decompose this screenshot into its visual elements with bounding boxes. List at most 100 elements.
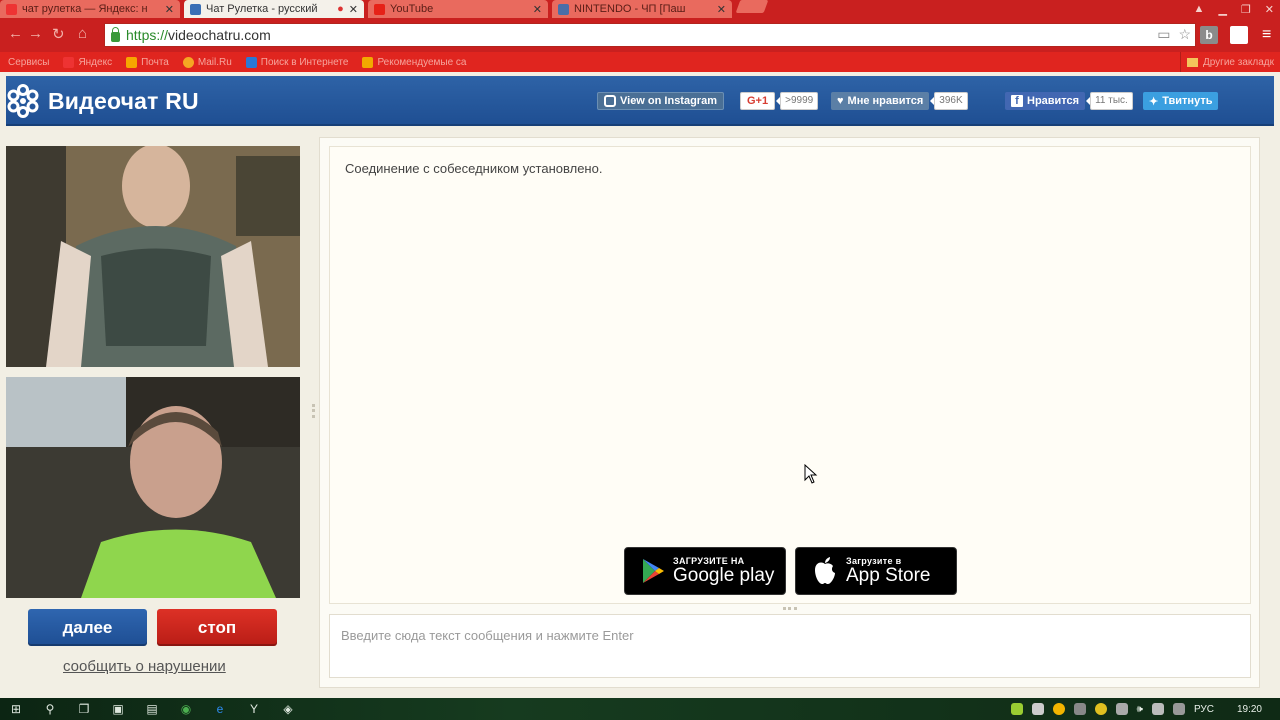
- google-play-button[interactable]: ЗАГРУЗИТЕ НА Google play: [624, 547, 786, 595]
- yandex-icon: [63, 56, 75, 68]
- apple-icon: [815, 557, 835, 584]
- facebook-widget: f Нравится 11 тыс.: [1005, 91, 1133, 111]
- recording-icon: ●: [337, 3, 344, 15]
- instagram-button[interactable]: View on Instagram: [597, 92, 724, 110]
- app-store-big-text: App Store: [846, 565, 931, 586]
- tab-bar: чат рулетка — Яндекс: н ✕ Чат Рулетка - …: [0, 0, 1280, 18]
- stop-button[interactable]: стоп: [157, 609, 277, 646]
- gplus-button[interactable]: G+1: [740, 92, 776, 110]
- other-bookmarks[interactable]: Другие закладк: [1179, 52, 1280, 72]
- at-icon: [182, 56, 194, 68]
- site-header: Видеочат RU View on Instagram G+1 >9999 …: [6, 76, 1274, 126]
- bookmark-yandex[interactable]: Яндекс: [63, 56, 112, 68]
- local-video-frame: [6, 377, 300, 598]
- tray-settings-icon[interactable]: [1115, 703, 1128, 715]
- pause-icon: [558, 3, 569, 15]
- report-violation-link[interactable]: сообщить о нарушении: [63, 658, 226, 675]
- extension-b-icon[interactable]: b: [1200, 26, 1218, 44]
- horizontal-resize-handle[interactable]: [783, 607, 797, 610]
- new-tab-button[interactable]: [735, 0, 769, 13]
- maximize-icon[interactable]: ❐: [1241, 3, 1251, 16]
- tab-title: Чат Рулетка - русский: [206, 3, 318, 15]
- forward-icon[interactable]: →: [28, 25, 43, 42]
- mouse-cursor-icon: [804, 464, 818, 484]
- search-icon: [245, 56, 257, 68]
- battery-icon[interactable]: [1172, 703, 1185, 715]
- edge-icon[interactable]: e: [210, 701, 230, 717]
- heart-icon: ♥: [837, 95, 844, 107]
- address-bar[interactable]: https://videochatru.com ▭ ☆: [104, 23, 1196, 47]
- tab-title: чат рулетка — Яндекс: н: [22, 3, 148, 15]
- lock-icon: [111, 26, 120, 42]
- tray-app-icon[interactable]: [1010, 703, 1023, 715]
- facebook-count: 11 тыс.: [1086, 92, 1133, 110]
- close-icon[interactable]: ✕: [533, 3, 542, 16]
- bookmark-services[interactable]: Сервисы: [8, 57, 49, 68]
- bookmark-search[interactable]: Поиск в Интернете: [245, 56, 348, 68]
- google-play-icon: [643, 559, 664, 583]
- bookmark-mailru[interactable]: Mail.Ru: [182, 56, 232, 68]
- search-icon[interactable]: ⚲: [40, 701, 60, 717]
- twitter-bird-icon: ✦: [1149, 95, 1159, 108]
- vk-count: 396K: [930, 92, 968, 110]
- windows-start-icon[interactable]: ⊞: [6, 701, 26, 717]
- emoji-icon[interactable]: [1052, 703, 1065, 715]
- tab-chat-roulette[interactable]: Чат Рулетка - русский ● ✕: [184, 0, 364, 18]
- menu-icon[interactable]: ≡: [1262, 26, 1271, 44]
- file-explorer-icon[interactable]: ▤: [142, 701, 162, 717]
- vertical-resize-handle[interactable]: [312, 404, 315, 418]
- close-window-icon[interactable]: ✕: [1265, 3, 1274, 16]
- folder-icon: [1186, 57, 1198, 67]
- app-store-button[interactable]: Загрузите в App Store: [795, 547, 957, 595]
- extension-icon[interactable]: [1230, 26, 1248, 44]
- message-input[interactable]: [329, 614, 1251, 678]
- network-icon[interactable]: [1151, 703, 1164, 715]
- tab-title: NINTENDO - ЧП [Паш: [574, 3, 686, 15]
- chrome-icon[interactable]: ◉: [176, 701, 196, 717]
- close-icon[interactable]: ✕: [349, 3, 358, 16]
- twitter-widget: ✦ Твитнуть: [1143, 91, 1219, 111]
- tray-tool-icon[interactable]: [1073, 703, 1086, 715]
- yandex-icon: [6, 3, 17, 15]
- store-icon[interactable]: ▣: [108, 701, 128, 717]
- tweet-button[interactable]: ✦ Твитнуть: [1143, 92, 1219, 110]
- youtube-icon: [374, 3, 385, 15]
- bookmarks-bar: Сервисы Яндекс Почта Mail.Ru Поиск в Инт…: [0, 52, 1280, 72]
- tab-yandex[interactable]: чат рулетка — Яндекс: н ✕: [0, 0, 180, 18]
- back-icon[interactable]: ←: [8, 25, 23, 42]
- tray-yellow-icon[interactable]: [1094, 703, 1107, 715]
- minimize-icon[interactable]: ▁: [1218, 3, 1226, 16]
- vk-like-button[interactable]: ♥ Мне нравится: [831, 92, 930, 110]
- close-icon[interactable]: ✕: [717, 3, 726, 16]
- reload-icon[interactable]: ↻: [52, 25, 65, 43]
- instagram-widget[interactable]: View on Instagram: [597, 91, 724, 111]
- gplus-count: >9999: [776, 92, 819, 110]
- star-icon[interactable]: ☆: [1178, 26, 1191, 43]
- language-indicator[interactable]: РУС: [1194, 704, 1214, 715]
- clock[interactable]: 19:20: [1237, 704, 1262, 715]
- bookmark-mail[interactable]: Почта: [126, 56, 169, 68]
- yandex-browser-icon[interactable]: Y: [244, 701, 264, 717]
- task-view-icon[interactable]: ❐: [74, 701, 94, 717]
- app-icon[interactable]: ◈: [278, 701, 298, 717]
- connection-status-message: Соединение с собеседником установлено.: [345, 161, 603, 176]
- cloud-icon[interactable]: [1031, 703, 1044, 715]
- home-icon[interactable]: ⌂: [78, 25, 87, 42]
- volume-icon[interactable]: 🕪: [1137, 704, 1143, 715]
- bookmark-recommended[interactable]: Рекомендуемые са: [362, 56, 467, 68]
- camera-icon[interactable]: ▭: [1157, 26, 1170, 43]
- remote-video: [6, 146, 300, 367]
- close-icon[interactable]: ✕: [165, 3, 174, 16]
- window-controls: ▲ ▁ ❐ ✕: [1194, 0, 1274, 18]
- instagram-icon: [604, 95, 616, 107]
- next-button[interactable]: далее: [28, 609, 147, 646]
- site-logo[interactable]: Видеочат RU: [6, 84, 199, 118]
- user-icon[interactable]: ▲: [1194, 3, 1205, 15]
- tab-nintendo[interactable]: NINTENDO - ЧП [Паш ✕: [552, 0, 732, 18]
- bing-icon: [362, 56, 374, 68]
- remote-video-frame: [6, 146, 300, 367]
- tab-title: YouTube: [390, 3, 434, 15]
- facebook-like-button[interactable]: f Нравится: [1005, 92, 1086, 110]
- tab-youtube[interactable]: YouTube ✕: [368, 0, 548, 18]
- vk-widget: ♥ Мне нравится 396K: [831, 91, 968, 111]
